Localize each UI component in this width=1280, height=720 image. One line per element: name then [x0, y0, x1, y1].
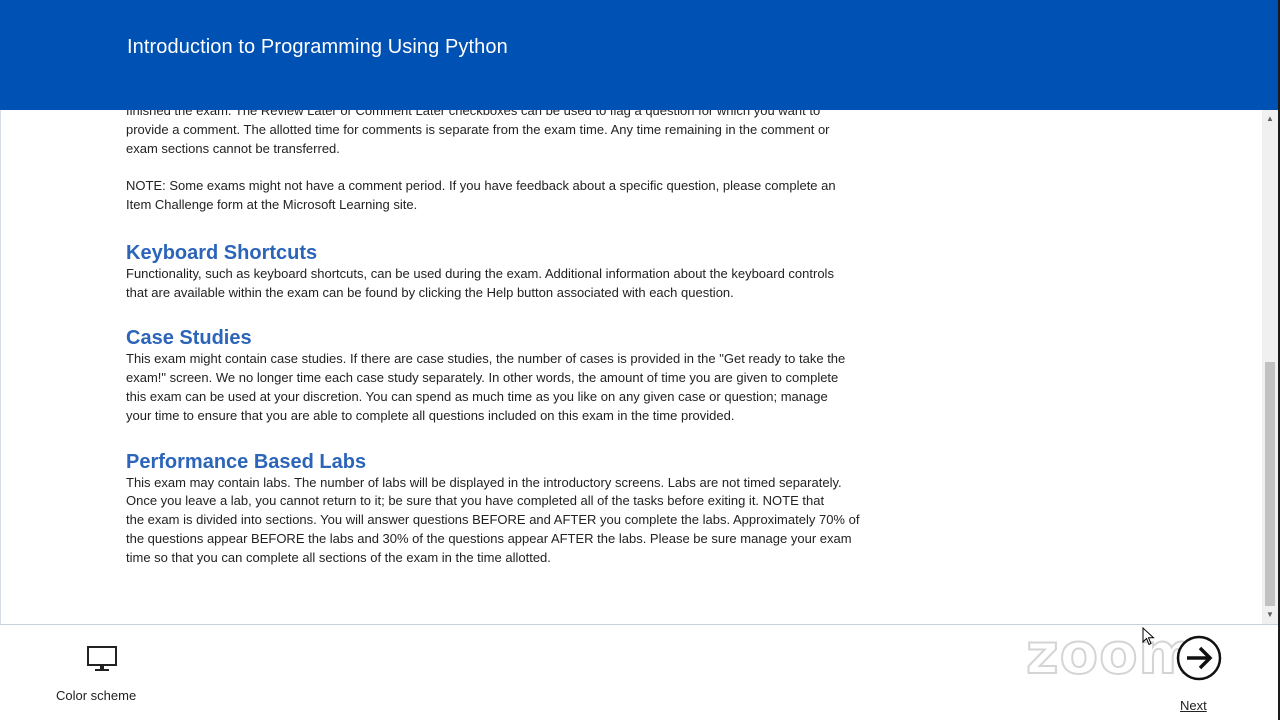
- text-line: that are available within the exam can b…: [126, 284, 734, 300]
- text-line: your time to ensure that you are able to…: [126, 407, 735, 423]
- color-scheme-button[interactable]: Color scheme: [56, 645, 146, 705]
- scroll-down-arrow-icon[interactable]: ▼: [1262, 608, 1278, 622]
- section-heading-case-studies: Case Studies: [126, 327, 252, 350]
- header-bar: Introduction to Programming Using Python: [0, 0, 1278, 110]
- vertical-scrollbar[interactable]: ▲ ▼: [1262, 110, 1278, 624]
- content-body: finished the exam. The Review Later or C…: [126, 110, 896, 568]
- text-line: exam sections cannot be transferred.: [126, 140, 340, 156]
- section-text-keyboard-shortcuts: Functionality, such as keyboard shortcut…: [126, 265, 896, 303]
- text-line: the questions appear BEFORE the labs and…: [126, 530, 852, 546]
- text-line: Functionality, such as keyboard shortcut…: [126, 265, 834, 281]
- arrow-right-circle-icon: [1176, 635, 1222, 681]
- monitor-icon: [87, 646, 117, 671]
- text-line: this exam can be used at your discretion…: [126, 388, 828, 404]
- scroll-up-arrow-icon[interactable]: ▲: [1262, 112, 1278, 126]
- page-title: Introduction to Programming Using Python: [127, 36, 508, 58]
- text-line: finished the exam. The Review Later or C…: [126, 110, 821, 118]
- text-line: Item Challenge form at the Microsoft Lea…: [126, 196, 418, 212]
- section-text-case-studies: This exam might contain case studies. If…: [126, 350, 896, 425]
- note-paragraph: NOTE: Some exams might not have a commen…: [126, 177, 896, 215]
- text-line: This exam might contain case studies. If…: [126, 351, 846, 367]
- section-heading-performance-based-labs: Performance Based Labs: [126, 450, 367, 473]
- scrollbar-thumb[interactable]: [1265, 362, 1275, 606]
- text-line: provide a comment. The allotted time for…: [126, 121, 830, 137]
- text-line: the exam is divided into sections. You w…: [126, 512, 860, 528]
- mouse-cursor-icon: [1142, 627, 1155, 646]
- section-text-performance-based-labs: This exam may contain labs. The number o…: [126, 474, 896, 568]
- text-line: exam!" screen. We no longer time each ca…: [126, 370, 839, 386]
- intro-paragraph: finished the exam. The Review Later or C…: [126, 110, 896, 158]
- text-line: time so that you can complete all sectio…: [126, 549, 551, 565]
- text-line: NOTE: Some exams might not have a commen…: [126, 178, 836, 194]
- next-label: Next: [1180, 698, 1207, 713]
- section-heading-keyboard-shortcuts: Keyboard Shortcuts: [126, 241, 318, 264]
- next-button[interactable]: Next: [1168, 635, 1228, 715]
- footer-bar: Color scheme zoom Next: [0, 624, 1278, 720]
- text-line: Once you leave a lab, you cannot return …: [126, 493, 825, 509]
- content-panel: finished the exam. The Review Later or C…: [0, 110, 1278, 625]
- color-scheme-label: Color scheme: [56, 688, 137, 703]
- text-line: This exam may contain labs. The number o…: [126, 474, 842, 490]
